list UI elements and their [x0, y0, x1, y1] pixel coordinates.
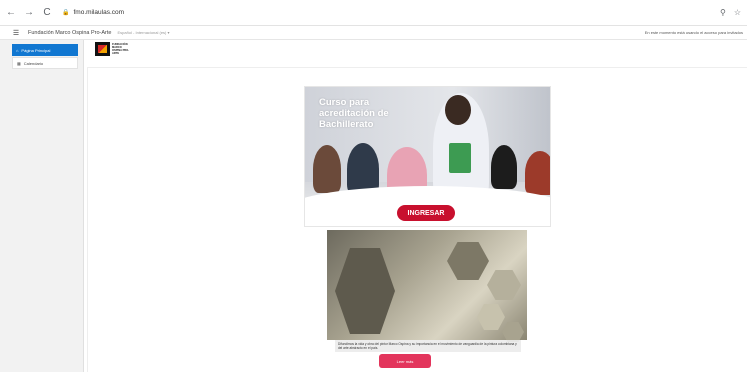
banner-title: Curso para acreditación de Bachillerato — [319, 97, 389, 130]
calendar-icon: ▦ — [17, 60, 21, 66]
student-figure — [313, 145, 341, 193]
star-icon[interactable]: ☆ — [734, 8, 741, 17]
browser-chrome: ← → C 🔒 fmo.milaulas.com ⚲ ☆ — [0, 0, 747, 26]
student-figure — [491, 145, 517, 189]
ingresar-button[interactable]: INGRESAR — [397, 205, 455, 221]
read-more-button[interactable]: Leer más — [379, 354, 431, 368]
back-icon[interactable]: ← — [4, 6, 18, 20]
hamburger-menu-icon[interactable]: ☰ — [8, 26, 24, 40]
forward-icon[interactable]: → — [22, 6, 36, 20]
sidebar: ⌂ Página Principal ▦ Calendario — [0, 40, 84, 372]
zoom-icon[interactable]: ⚲ — [720, 8, 726, 17]
language-selector[interactable]: Español - Internacional (es) ▾ — [117, 30, 169, 35]
site-logo[interactable]: FUNDACIÓN MARCO OSPINA PRO-ARTE — [95, 42, 130, 56]
banner-description: Difundimos la vida y obra del pintor Mar… — [335, 340, 521, 352]
reload-icon[interactable]: C — [40, 6, 54, 20]
student-figure — [525, 151, 550, 195]
sidebar-item-home[interactable]: ⌂ Página Principal — [12, 44, 78, 56]
sidebar-item-label: Página Principal — [21, 47, 51, 53]
student-figure — [445, 95, 471, 125]
sidebar-item-label: Calendario — [23, 60, 44, 66]
sidebar-item-calendar[interactable]: ▦ Calendario — [12, 57, 78, 69]
course-banner[interactable]: Curso para acreditación de Bachillerato … — [304, 86, 551, 227]
site-name[interactable]: Fundación Marco Ospina Pro-Arte — [28, 30, 111, 36]
page-header: FUNDACIÓN MARCO OSPINA PRO-ARTE — [87, 40, 747, 68]
notebook — [449, 143, 471, 173]
artist-banner[interactable]: Difundimos la vida y obra del pintor Mar… — [327, 230, 527, 372]
lock-icon: 🔒 — [62, 10, 70, 16]
login-info: En este momento está usando el acceso pa… — [644, 30, 743, 35]
logo-text: FUNDACIÓN MARCO OSPINA PRO-ARTE — [112, 43, 130, 55]
site-topbar: ☰ Fundación Marco Ospina Pro-Arte Españo… — [0, 26, 747, 40]
address-bar[interactable]: 🔒 fmo.milaulas.com — [62, 5, 712, 21]
url-text: fmo.milaulas.com — [73, 9, 125, 16]
logo-mark — [95, 42, 110, 56]
home-icon: ⌂ — [16, 47, 19, 53]
